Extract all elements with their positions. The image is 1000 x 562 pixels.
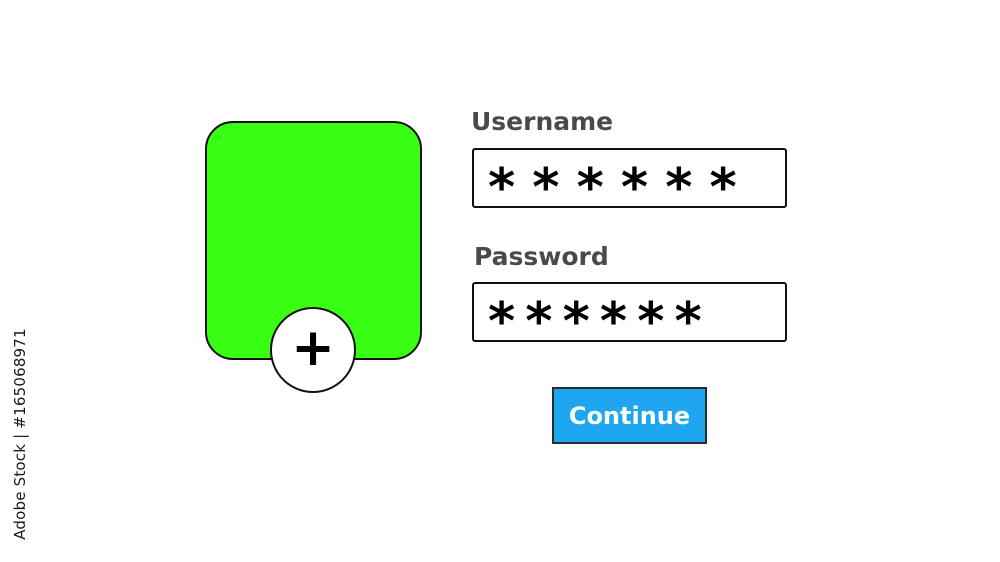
username-label: Username [471,107,614,136]
continue-button[interactable]: Continue [552,387,707,444]
watermark: Adobe Stock | #165068971 [8,318,32,550]
password-field[interactable]: ****** [472,282,787,342]
plus-icon: + [291,318,335,378]
username-field[interactable]: ****** [472,148,787,208]
password-value: ****** [486,292,710,342]
continue-button-label: Continue [568,401,691,430]
username-value: ****** [486,158,752,208]
watermark-text: Adobe Stock | #165068971 [11,328,29,540]
password-label: Password [474,242,609,271]
add-avatar-button[interactable]: + [270,307,356,393]
